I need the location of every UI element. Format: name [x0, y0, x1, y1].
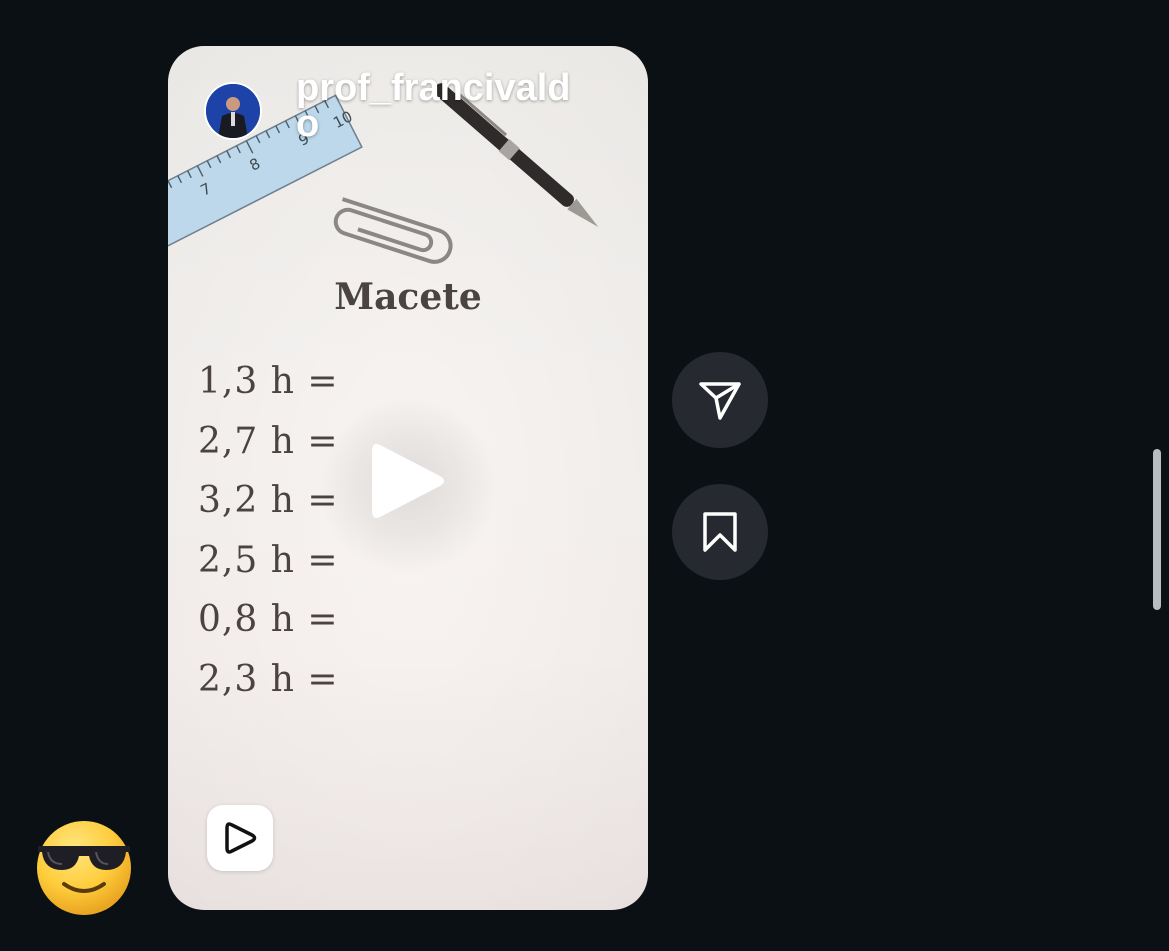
- scrollbar[interactable]: [1153, 449, 1161, 610]
- bookmark-icon: [703, 512, 737, 552]
- author-username[interactable]: prof_francivaldo: [296, 69, 586, 143]
- send-icon: [699, 382, 741, 420]
- play-icon[interactable]: [368, 436, 448, 526]
- reels-icon: [207, 805, 273, 871]
- equation-line: 2,5 h =: [198, 539, 339, 581]
- equation-line: 2,7 h =: [198, 420, 339, 462]
- avatar[interactable]: [204, 82, 262, 140]
- sunglasses-emoji-icon: [37, 821, 131, 915]
- reel-heading: Macete: [334, 276, 482, 318]
- reel-author[interactable]: prof_francivaldo: [204, 69, 586, 143]
- equation-line: 0,8 h =: [198, 599, 339, 640]
- equation-list: 1,3 h = 2,7 h = 3,2 h = 2,5 h = 0,8 h = …: [198, 352, 339, 709]
- save-button[interactable]: [672, 484, 768, 580]
- chat-thread: 6 7 8 9 10 Macete: [0, 0, 1169, 951]
- reel-preview[interactable]: 6 7 8 9 10 Macete: [168, 46, 648, 910]
- share-button[interactable]: [672, 352, 768, 448]
- equation-line: 2,3 h =: [198, 658, 339, 700]
- equation-line: 1,3 h =: [198, 361, 339, 402]
